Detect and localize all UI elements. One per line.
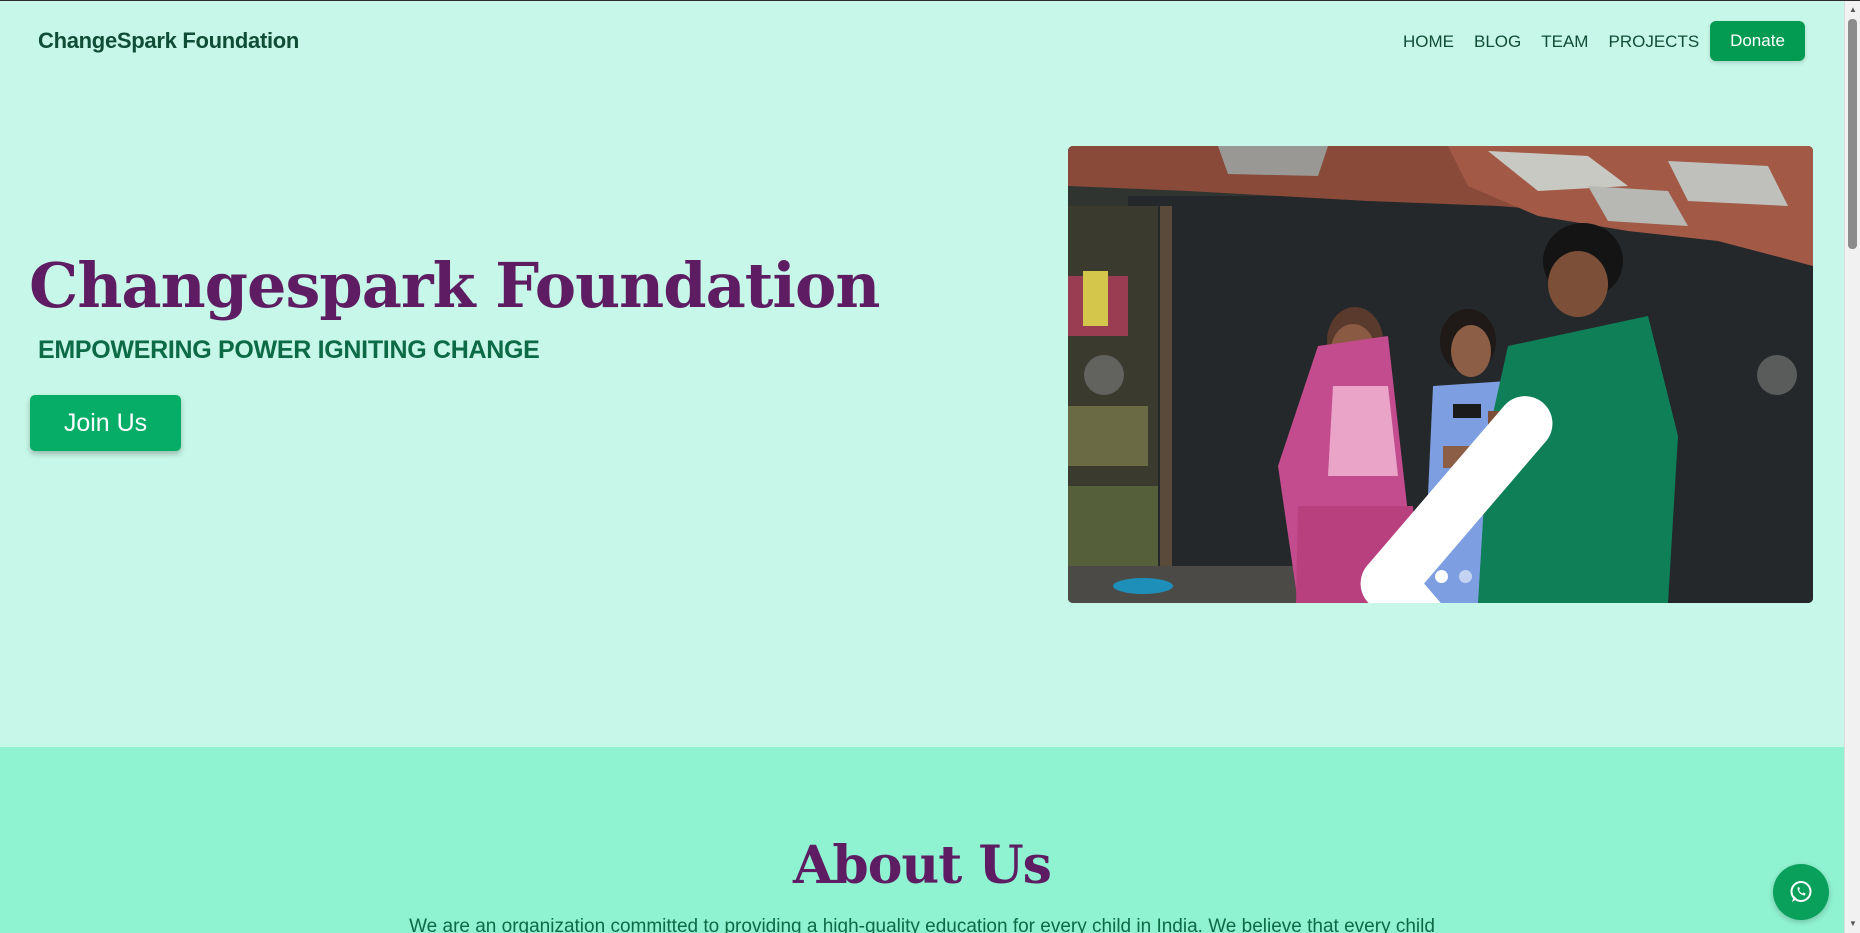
hero-title: Changespark Foundation — [29, 249, 880, 322]
page: ChangeSpark Foundation HOME BLOG TEAM PR… — [0, 1, 1844, 933]
carousel-next-button[interactable] — [1757, 355, 1797, 395]
about-title: About Us — [793, 835, 1052, 896]
page-scrollbar[interactable]: ▲ ▼ — [1844, 1, 1860, 933]
scrollbar-thumb[interactable] — [1848, 19, 1857, 249]
whatsapp-icon — [1790, 881, 1812, 902]
chevron-left-icon — [1360, 396, 1553, 603]
image-carousel — [1068, 146, 1813, 603]
whatsapp-button[interactable] — [1773, 864, 1829, 920]
brand-logo-text[interactable]: ChangeSpark Foundation — [38, 28, 299, 54]
donate-button[interactable]: Donate — [1710, 21, 1805, 61]
scroll-up-arrow-icon[interactable]: ▲ — [1849, 5, 1857, 14]
join-us-button[interactable]: Join Us — [30, 395, 181, 451]
carousel-indicator[interactable] — [1459, 570, 1472, 583]
carousel-indicators — [1411, 570, 1472, 583]
nav-link-projects[interactable]: PROJECTS — [1608, 32, 1699, 52]
navbar: ChangeSpark Foundation HOME BLOG TEAM PR… — [0, 1, 1844, 81]
scroll-down-arrow-icon[interactable]: ▼ — [1849, 919, 1857, 928]
chevron-right-icon — [1757, 355, 1813, 603]
nav-link-home[interactable]: HOME — [1403, 32, 1454, 52]
carousel-prev-button[interactable] — [1084, 355, 1553, 603]
carousel-indicator[interactable] — [1411, 570, 1424, 583]
nav-link-blog[interactable]: BLOG — [1474, 32, 1521, 52]
carousel-indicator-active[interactable] — [1435, 570, 1448, 583]
hero-subtitle: EMPOWERING POWER IGNITING CHANGE — [38, 336, 540, 364]
about-section: About Us We are an organization committe… — [0, 747, 1844, 933]
nav-links: HOME BLOG TEAM PROJECTS — [1403, 32, 1719, 52]
nav-link-team[interactable]: TEAM — [1541, 32, 1588, 52]
about-text: We are an organization committed to prov… — [409, 916, 1435, 933]
